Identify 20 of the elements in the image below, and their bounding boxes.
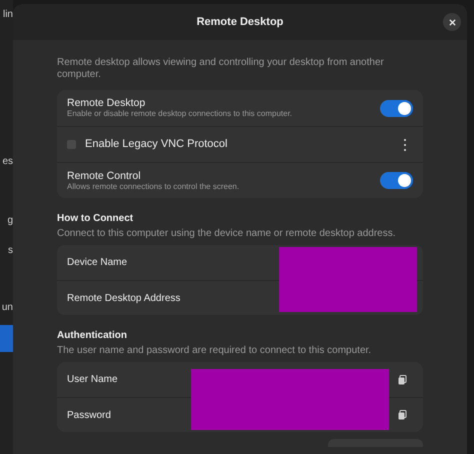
setting-subtitle: Allows remote connections to control the screen.: [67, 182, 240, 192]
section-description: The user name and password are required to connect to this computer.: [57, 345, 372, 357]
dialog-title: Remote Desktop: [196, 14, 284, 30]
setting-title: Remote Desktop: [67, 97, 146, 109]
intro-text: Remote desktop allows viewing and controlling your desktop from another computer.: [57, 57, 385, 81]
row-label: User Name: [67, 373, 119, 387]
setting-label: Enable Legacy VNC Protocol: [85, 137, 228, 152]
sidebar-text: s: [8, 246, 13, 256]
setting-subtitle: Enable or disable remote desktop connections to this computer.: [67, 109, 294, 119]
section-heading: How to Connect: [57, 212, 134, 226]
sidebar-text: un: [2, 303, 13, 313]
sidebar-text: g: [7, 216, 13, 226]
section-heading: Authentication: [57, 329, 128, 343]
setting-title: Remote Control: [67, 170, 142, 182]
row-label: Remote Desktop Address: [67, 292, 182, 306]
section-description: Connect to this computer using the device name or remote desktop address.: [57, 228, 397, 240]
row-label: Device Name: [67, 256, 128, 270]
row-label: Password: [67, 408, 112, 422]
sidebar-text: es: [2, 157, 13, 167]
sidebar-text: lin: [2, 10, 13, 20]
